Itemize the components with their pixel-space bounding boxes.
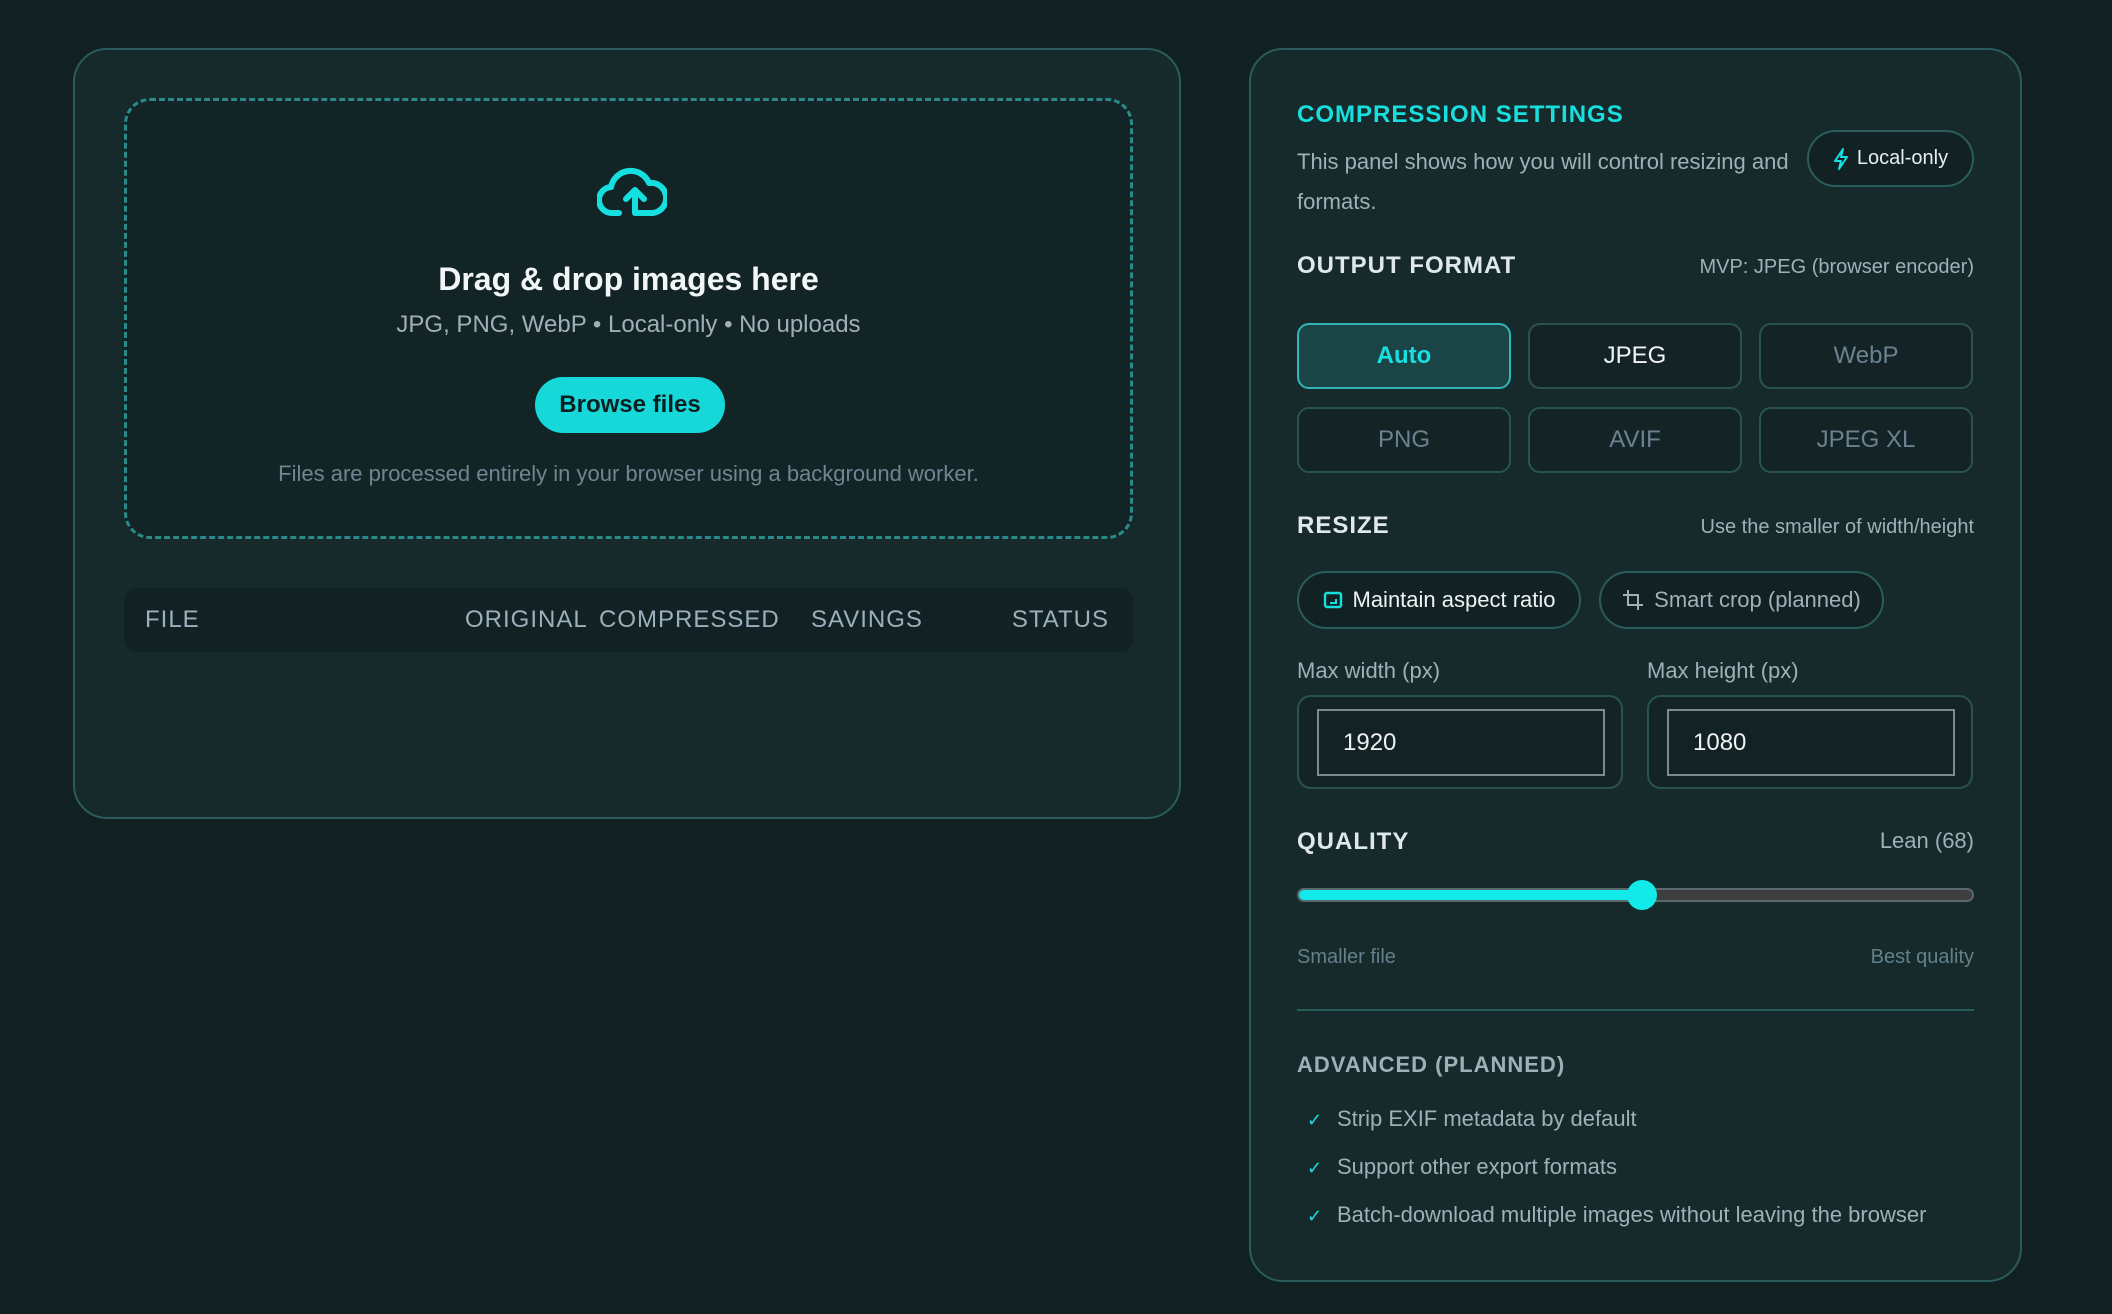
format-avif[interactable]: AVIF [1528, 407, 1742, 473]
browse-files-button[interactable]: Browse files [535, 377, 725, 433]
smaller-file-label: Smaller file [1297, 946, 1396, 969]
column-compressed[interactable]: COMPRESSED [599, 606, 780, 634]
list-item: ✓Strip EXIF metadata by default [1297, 1106, 1637, 1132]
max-height-input[interactable] [1667, 709, 1955, 776]
list-item-label: Strip EXIF metadata by default [1337, 1106, 1637, 1131]
output-format-hint: MVP: JPEG (browser encoder) [1699, 256, 1974, 279]
max-width-field [1297, 695, 1623, 789]
quality-slider[interactable] [1297, 888, 1974, 902]
aspect-ratio-icon [1323, 590, 1343, 610]
resize-heading: RESIZE [1297, 512, 1390, 539]
dropzone[interactable]: Drag & drop images here JPG, PNG, WebP •… [124, 98, 1133, 539]
settings-panel: COMPRESSION SETTINGS This panel shows ho… [1249, 48, 2022, 1282]
advanced-list: ✓Strip EXIF metadata by default ✓Support… [1297, 1106, 1974, 1266]
maintain-aspect-ratio-label: Maintain aspect ratio [1353, 587, 1556, 613]
max-height-field [1647, 695, 1973, 789]
resize-header: RESIZE Use the smaller of width/height [1297, 512, 1974, 540]
max-height-label: Max height (px) [1647, 658, 1799, 684]
maintain-aspect-ratio-toggle[interactable]: Maintain aspect ratio [1297, 571, 1581, 629]
format-webp[interactable]: WebP [1759, 323, 1973, 389]
format-jpeg-xl[interactable]: JPEG XL [1759, 407, 1973, 473]
output-format-header: OUTPUT FORMAT MVP: JPEG (browser encoder… [1297, 252, 1974, 280]
quality-slider-fill [1299, 890, 1642, 900]
dropzone-title: Drag & drop images here [127, 261, 1130, 298]
cloud-upload-icon [597, 163, 667, 223]
list-item: ✓Batch-download multiple images without … [1297, 1202, 1926, 1228]
list-item-label: Batch-download multiple images without l… [1337, 1202, 1926, 1227]
max-width-input[interactable] [1317, 709, 1605, 776]
dropzone-subtitle: JPG, PNG, WebP • Local-only • No uploads [127, 311, 1130, 339]
crop-icon [1622, 589, 1644, 611]
column-savings[interactable]: SAVINGS [811, 606, 923, 634]
file-table-header: FILE ORIGINAL COMPRESSED SAVINGS STATUS [124, 588, 1133, 652]
quality-header: QUALITY Lean (68) [1297, 828, 1974, 856]
output-format-heading: OUTPUT FORMAT [1297, 252, 1516, 279]
quality-value: Lean (68) [1880, 828, 1974, 854]
format-png[interactable]: PNG [1297, 407, 1511, 473]
divider [1297, 1009, 1974, 1011]
upload-panel: Drag & drop images here JPG, PNG, WebP •… [73, 48, 1181, 819]
column-status[interactable]: STATUS [1012, 606, 1109, 634]
format-jpeg[interactable]: JPEG [1528, 323, 1742, 389]
column-original[interactable]: ORIGINAL [465, 606, 588, 634]
smart-crop-toggle[interactable]: Smart crop (planned) [1599, 571, 1884, 629]
local-only-label: Local-only [1857, 147, 1948, 170]
resize-hint: Use the smaller of width/height [1701, 516, 1974, 539]
best-quality-label: Best quality [1871, 946, 1974, 969]
quality-heading: QUALITY [1297, 828, 1409, 855]
advanced-heading: ADVANCED (PLANNED) [1297, 1052, 1974, 1078]
smart-crop-label: Smart crop (planned) [1654, 587, 1861, 613]
max-width-label: Max width (px) [1297, 658, 1440, 684]
list-item-label: Support other export formats [1337, 1154, 1617, 1179]
check-icon: ✓ [1297, 1206, 1337, 1227]
quality-slider-thumb[interactable] [1627, 880, 1657, 910]
column-file[interactable]: FILE [145, 606, 200, 634]
settings-description: This panel shows how you will control re… [1297, 142, 1797, 222]
format-auto[interactable]: Auto [1297, 323, 1511, 389]
local-only-badge: Local-only [1807, 130, 1974, 187]
settings-title: COMPRESSION SETTINGS [1297, 101, 1974, 129]
lightning-icon [1833, 148, 1849, 170]
check-icon: ✓ [1297, 1158, 1337, 1179]
format-grid: Auto JPEG WebP PNG AVIF JPEG XL [1297, 323, 1974, 483]
list-item: ✓Support other export formats [1297, 1154, 1617, 1180]
dropzone-note: Files are processed entirely in your bro… [127, 461, 1130, 487]
check-icon: ✓ [1297, 1110, 1337, 1131]
